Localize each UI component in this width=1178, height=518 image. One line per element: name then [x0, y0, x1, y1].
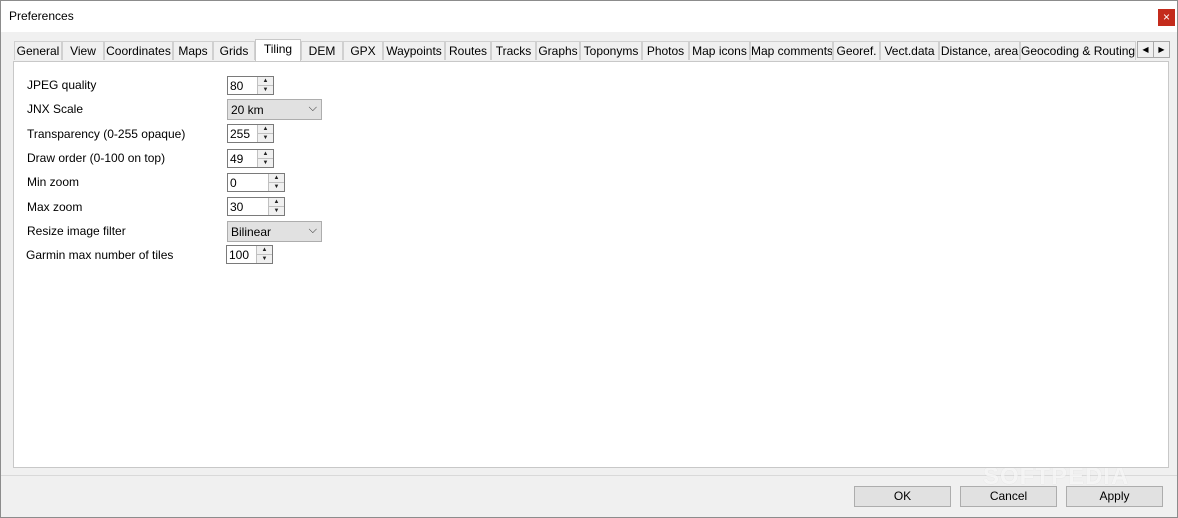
tab-map-icons[interactable]: Map icons: [689, 41, 750, 60]
tab-map-comments[interactable]: Map comments: [750, 41, 833, 60]
tab-label: Map comments: [751, 44, 833, 58]
resize-filter-value: Bilinear: [231, 225, 272, 239]
window-title: Preferences: [9, 9, 74, 23]
tab-label: Coordinates: [106, 44, 171, 58]
tab-general[interactable]: General: [14, 41, 62, 60]
tab-geocoding-routing[interactable]: Geocoding & Routing: [1020, 41, 1136, 60]
spin-up-icon[interactable]: ▲: [269, 198, 284, 207]
preferences-window: Preferences × General View Coordinates M…: [0, 0, 1178, 518]
tab-label: Maps: [178, 44, 208, 58]
tab-scroll-right-button[interactable]: ▶: [1153, 41, 1170, 58]
draw-order-label: Draw order (0-100 on top): [27, 151, 166, 165]
tab-photos[interactable]: Photos: [642, 41, 689, 60]
tab-distance-area[interactable]: Distance, area: [939, 41, 1020, 60]
spin-down-icon[interactable]: ▼: [258, 159, 273, 167]
tab-label: DEM: [308, 44, 336, 58]
tab-label: Grids: [219, 44, 249, 58]
tab-tiling[interactable]: Tiling: [255, 39, 301, 61]
jnx-scale-label: JNX Scale: [27, 102, 84, 116]
tab-label: Georef.: [836, 44, 877, 58]
spin-up-icon[interactable]: ▲: [269, 174, 284, 183]
close-button[interactable]: ×: [1158, 9, 1175, 26]
spinner-buttons: ▲ ▼: [256, 246, 272, 263]
max-zoom-value: 30: [230, 200, 244, 214]
tab-gpx[interactable]: GPX: [343, 41, 383, 60]
title-bar: Preferences ×: [1, 1, 1177, 32]
transparency-spinner[interactable]: 255 ▲ ▼: [227, 124, 274, 143]
tab-routes[interactable]: Routes: [445, 41, 491, 60]
arrow-left-icon: ◀: [1142, 45, 1149, 54]
spin-up-icon[interactable]: ▲: [258, 150, 273, 159]
tab-label: Routes: [448, 44, 488, 58]
spinner-buttons: ▲ ▼: [268, 174, 284, 191]
tab-graphs[interactable]: Graphs: [536, 41, 580, 60]
tab-label: Vect.data: [884, 44, 935, 58]
spinner-buttons: ▲ ▼: [257, 125, 273, 142]
garmin-max-tiles-value: 100: [229, 248, 250, 262]
tab-tracks[interactable]: Tracks: [491, 41, 536, 60]
garmin-max-tiles-spinner[interactable]: 100 ▲ ▼: [226, 245, 273, 264]
spin-down-icon[interactable]: ▼: [269, 207, 284, 215]
spin-down-icon[interactable]: ▼: [258, 134, 273, 142]
tab-label: General: [16, 44, 60, 58]
tab-label: Tracks: [495, 44, 532, 58]
jpeg-quality-label: JPEG quality: [27, 78, 97, 92]
tab-georef[interactable]: Georef.: [833, 41, 880, 60]
tab-label: View: [70, 44, 96, 58]
tab-label: GPX: [350, 44, 376, 58]
tiling-panel: JPEG quality 80 ▲ ▼ JNX Scale 20 km ⌵ Tr…: [13, 61, 1169, 468]
spin-down-icon[interactable]: ▼: [258, 86, 273, 94]
resize-filter-label: Resize image filter: [27, 224, 126, 238]
tab-coordinates[interactable]: Coordinates: [104, 41, 173, 60]
spin-up-icon[interactable]: ▲: [257, 246, 272, 255]
spin-up-icon[interactable]: ▲: [258, 77, 273, 86]
jpeg-quality-spinner[interactable]: 80 ▲ ▼: [227, 76, 274, 95]
chevron-down-icon: ⌵: [308, 224, 317, 236]
jnx-scale-dropdown[interactable]: 20 km ⌵: [227, 99, 322, 120]
tab-label: Toponyms: [583, 44, 639, 58]
spinner-buttons: ▲ ▼: [257, 77, 273, 94]
tab-maps[interactable]: Maps: [173, 41, 213, 60]
spin-down-icon[interactable]: ▼: [269, 183, 284, 191]
tab-bar: General View Coordinates Maps Grids Tili…: [14, 39, 1170, 61]
spinner-buttons: ▲ ▼: [257, 150, 273, 167]
draw-order-spinner[interactable]: 49 ▲ ▼: [227, 149, 274, 168]
tab-label: Distance, area: [940, 44, 1019, 58]
transparency-value: 255: [230, 127, 251, 141]
tab-label: Geocoding & Routing: [1021, 44, 1136, 58]
tab-dem[interactable]: DEM: [301, 41, 343, 60]
tab-label: Map icons: [692, 44, 747, 58]
tab-label: Tiling: [263, 42, 293, 56]
max-zoom-spinner[interactable]: 30 ▲ ▼: [227, 197, 285, 216]
ok-button[interactable]: OK: [854, 486, 951, 507]
arrow-right-icon: ▶: [1158, 45, 1165, 54]
transparency-label: Transparency (0-255 opaque): [27, 127, 186, 141]
min-zoom-spinner[interactable]: 0 ▲ ▼: [227, 173, 285, 192]
spin-up-icon[interactable]: ▲: [258, 125, 273, 134]
chevron-down-icon: ⌵: [308, 102, 317, 114]
close-icon: ×: [1162, 10, 1170, 24]
draw-order-value: 49: [230, 152, 244, 166]
tab-scroll-left-button[interactable]: ◀: [1137, 41, 1154, 58]
tab-grids[interactable]: Grids: [213, 41, 255, 60]
garmin-max-tiles-label: Garmin max number of tiles: [26, 248, 174, 262]
tab-label: Waypoints: [386, 44, 442, 58]
tab-vect-data[interactable]: Vect.data: [880, 41, 939, 60]
tab-view[interactable]: View: [62, 41, 104, 60]
spin-down-icon[interactable]: ▼: [257, 255, 272, 263]
tab-waypoints[interactable]: Waypoints: [383, 41, 445, 60]
spinner-buttons: ▲ ▼: [268, 198, 284, 215]
tab-toponyms[interactable]: Toponyms: [580, 41, 642, 60]
min-zoom-value: 0: [230, 176, 237, 190]
tab-label: Graphs: [538, 44, 578, 58]
tab-label: Photos: [646, 44, 685, 58]
min-zoom-label: Min zoom: [27, 175, 80, 189]
max-zoom-label: Max zoom: [27, 200, 83, 214]
jnx-scale-value: 20 km: [231, 103, 264, 117]
jpeg-quality-value: 80: [230, 79, 244, 93]
resize-filter-dropdown[interactable]: Bilinear ⌵: [227, 221, 322, 242]
